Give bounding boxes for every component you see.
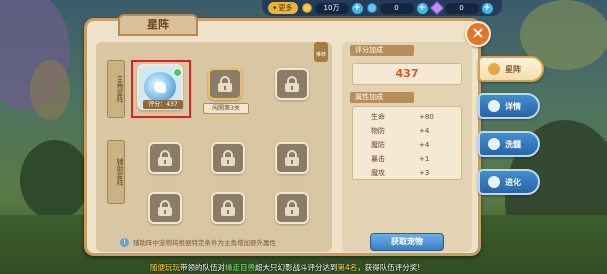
announcement-marquee: 随便玩玩带领的队伍对缘走目兽超大只幻影战斗评分达到第4名，获得队伍评分奖! bbox=[150, 262, 480, 274]
diamond-resource: 0 + bbox=[366, 2, 428, 14]
panel-title: 星阵 bbox=[118, 14, 198, 36]
unlock-condition-label: 闯関第3关 bbox=[203, 103, 249, 114]
tab-star-formation[interactable]: 星阵 bbox=[478, 56, 544, 82]
gem-amount: 0 bbox=[444, 2, 479, 14]
aux-slot-2[interactable] bbox=[211, 142, 245, 174]
aux-slot-5[interactable] bbox=[211, 192, 245, 224]
lock-icon bbox=[285, 150, 299, 166]
evolve-icon bbox=[488, 176, 500, 188]
attribute-row: 生命 +80 bbox=[353, 111, 463, 123]
attribute-row: 物防 +4 bbox=[353, 125, 463, 137]
diamond-icon bbox=[366, 3, 377, 13]
announcement-text: ，获得队伍评分奖! bbox=[357, 263, 421, 272]
tab-details[interactable]: 详情 bbox=[478, 93, 540, 119]
formation-tip: ! 辅助阵中宠物将根据特定条件为主角增加额外属性 bbox=[120, 236, 330, 248]
attribute-name: 魔防 bbox=[371, 141, 385, 149]
attribute-value: +4 bbox=[419, 141, 430, 149]
attribute-value: +1 bbox=[419, 155, 430, 163]
attribute-row: 魔防 +4 bbox=[353, 139, 463, 151]
tab-label: 进化 bbox=[505, 177, 521, 187]
lock-icon bbox=[218, 76, 232, 92]
attribute-value: +80 bbox=[419, 113, 434, 121]
aux-slot-6[interactable] bbox=[275, 192, 309, 224]
tab-refine[interactable]: 洗髓 bbox=[478, 131, 540, 157]
main-slot-3[interactable] bbox=[275, 68, 309, 100]
attribute-row: 暴击 +1 bbox=[353, 153, 463, 165]
gem-resource: 0 + bbox=[429, 0, 493, 16]
attribute-bonus-header: 属性加成 bbox=[350, 92, 414, 103]
rank-text: 第4名 bbox=[337, 263, 358, 272]
attribute-name: 物防 bbox=[371, 127, 385, 135]
boss-name: 缘走目兽 bbox=[225, 263, 255, 272]
attribute-value: +4 bbox=[419, 127, 430, 135]
add-coin-button[interactable]: + bbox=[351, 2, 363, 14]
more-button[interactable]: ▾ 更多 bbox=[268, 2, 298, 14]
aux-slot-4[interactable] bbox=[148, 192, 182, 224]
more-label: 更多 bbox=[278, 4, 293, 12]
attribute-list: 生命 +80 物防 +4 魔防 +4 暴击 +1 魔攻 +3 bbox=[352, 106, 462, 180]
score-bonus-header: 评分加成 bbox=[350, 45, 414, 56]
selected-slot-highlight bbox=[131, 60, 191, 118]
tip-text: 辅助阵中宠物将根据特定条件为主角增加额外属性 bbox=[133, 239, 276, 247]
background-bush bbox=[20, 140, 90, 220]
main-formation-label: 主角星阵 bbox=[107, 60, 125, 118]
book-icon bbox=[488, 138, 500, 150]
announcement-text: 带领的队伍对 bbox=[180, 263, 225, 272]
tab-label: 星阵 bbox=[505, 64, 521, 74]
score-bonus-value: 437 bbox=[352, 63, 462, 85]
get-pet-button[interactable]: 获取宠物 bbox=[370, 233, 444, 251]
add-diamond-button[interactable]: + bbox=[416, 2, 428, 14]
main-slot-2[interactable] bbox=[208, 68, 242, 100]
lock-icon bbox=[158, 150, 172, 166]
player-name: 随便玩玩 bbox=[150, 263, 180, 272]
attribute-row: 魔攻 +3 bbox=[353, 167, 463, 179]
lock-icon bbox=[221, 150, 235, 166]
aux-formation-label: 辅助星阵 bbox=[107, 140, 125, 204]
lock-icon bbox=[221, 200, 235, 216]
attribute-value: +3 bbox=[419, 169, 430, 177]
announcement-text: 超大只幻影战斗评分达到 bbox=[255, 263, 338, 272]
star-icon bbox=[488, 63, 500, 75]
resource-bar: ▾ 更多 10万 + 0 + 0 + bbox=[262, 0, 502, 16]
lock-icon bbox=[158, 200, 172, 216]
recommend-tag[interactable]: 推荐 bbox=[314, 42, 328, 62]
tab-label: 洗髓 bbox=[505, 139, 521, 149]
attribute-name: 生命 bbox=[371, 113, 385, 121]
paw-icon bbox=[488, 100, 500, 112]
tab-evolve[interactable]: 进化 bbox=[478, 169, 540, 195]
lock-icon bbox=[285, 200, 299, 216]
coin-icon bbox=[301, 3, 312, 13]
coin-amount: 10万 bbox=[314, 2, 349, 14]
coin-resource: 10万 + bbox=[301, 2, 363, 14]
diamond-amount: 0 bbox=[379, 2, 414, 14]
lock-icon bbox=[285, 76, 299, 92]
attribute-name: 魔攻 bbox=[371, 169, 385, 177]
aux-slot-3[interactable] bbox=[275, 142, 309, 174]
attribute-name: 暴击 bbox=[371, 155, 385, 163]
gem-icon bbox=[429, 0, 444, 16]
info-icon: ! bbox=[120, 237, 129, 247]
background-rock bbox=[30, 60, 70, 120]
add-gem-button[interactable]: + bbox=[481, 2, 493, 14]
tab-label: 详情 bbox=[505, 101, 521, 111]
aux-slot-1[interactable] bbox=[148, 142, 182, 174]
arrow-down-icon: ▾ bbox=[273, 4, 277, 12]
